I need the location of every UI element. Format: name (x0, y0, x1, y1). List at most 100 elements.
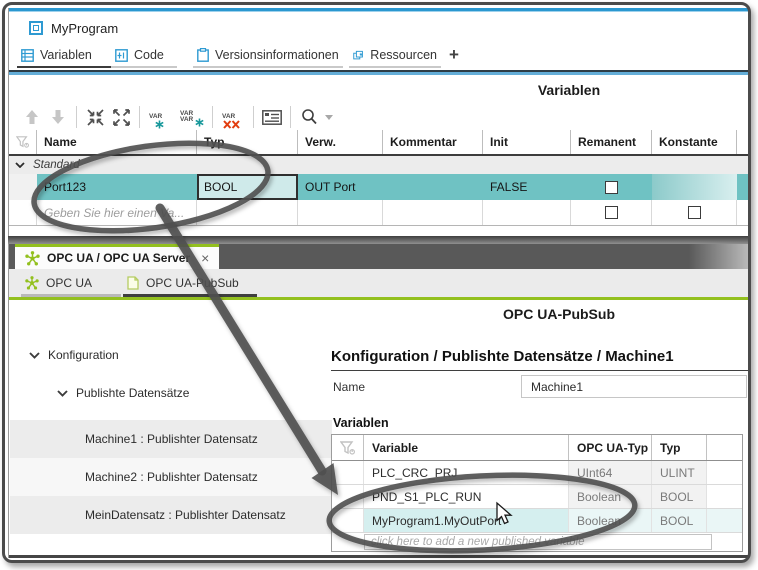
column-header-verw[interactable]: Verw. (298, 130, 383, 154)
group-label: Standard (33, 159, 80, 171)
add-variable-icon (155, 120, 164, 129)
filter-icon[interactable] (340, 441, 355, 455)
var-label: VAR (180, 116, 193, 123)
column-header-name[interactable]: Name (37, 130, 197, 154)
column-header-konstante[interactable]: Konstante (652, 130, 737, 154)
chevron-down-icon (325, 115, 333, 120)
tab-label: Code (134, 48, 164, 62)
variables-panel-heading: Variablen (439, 82, 699, 98)
opcua-subtab-bar: OPC UA OPC UA-PubSub (9, 269, 748, 297)
opcua-window-bottom-border (9, 555, 748, 558)
move-up-button[interactable] (19, 104, 45, 130)
published-variables-table: Variable OPC UA-Typ Typ PLC_CRC_PRJ UInt… (331, 434, 743, 552)
cell-opcua-typ[interactable]: UInt64 (569, 461, 652, 484)
tab-label: Versionsinformationen (215, 48, 339, 62)
add-published-variable-placeholder[interactable]: click here to add a new published variab… (364, 534, 712, 550)
tab-versionsinformationen[interactable]: Versionsinformationen (193, 44, 343, 66)
add-tab-button[interactable]: + (449, 45, 459, 65)
group-row-standard[interactable]: Standard (9, 156, 749, 174)
variables-toolbar: VAR VAR VAR VAR (19, 104, 336, 130)
editor-title: MyProgram (29, 18, 118, 38)
variable-row-port123[interactable]: Port123 BOOL OUT Port FALSE (9, 174, 749, 200)
cell-init[interactable]: FALSE (483, 174, 571, 200)
close-icon[interactable]: × (201, 250, 209, 266)
chevron-down-icon (57, 390, 68, 397)
column-header-typ[interactable]: Typ (197, 130, 298, 154)
add-published-variable-row[interactable]: click here to add a new published variab… (332, 533, 742, 551)
tab-opcua-server[interactable]: OPC UA / OPC UA Server × (15, 244, 219, 269)
move-down-button[interactable] (45, 104, 71, 130)
cell-typ[interactable]: BOOL (197, 174, 298, 200)
konstante-checkbox[interactable] (688, 206, 701, 219)
cell-name[interactable]: Port123 (37, 174, 197, 200)
cell-kommentar[interactable] (383, 174, 483, 200)
document-tab-label: OPC UA / OPC UA Server (47, 251, 190, 265)
var-label: VAR (149, 113, 162, 120)
cell-variable[interactable]: MyProgram1.MyOutPort (364, 509, 569, 532)
subtab-label: OPC UA (46, 276, 92, 290)
cell-typ[interactable]: BOOL (652, 485, 707, 508)
block-list-icon (262, 110, 282, 125)
cell-opcua-typ[interactable]: Boolean (569, 509, 652, 532)
tree-item-machine2[interactable]: Machine2 : Publishter Datensatz (85, 470, 258, 484)
subtab-label: OPC UA-PubSub (146, 276, 239, 290)
block-list-button[interactable] (259, 104, 285, 130)
search-button[interactable] (296, 104, 322, 130)
cell-variable[interactable]: PLC_CRC_PRJ (364, 461, 569, 484)
column-header-typ[interactable]: Typ (652, 435, 707, 460)
cell-opcua-typ[interactable]: Boolean (569, 485, 652, 508)
tree-item-meindatensatz[interactable]: MeinDatensatz : Publishter Datensatz (85, 508, 286, 522)
cell-konstante[interactable] (652, 174, 737, 200)
cell-typ[interactable]: ULINT (652, 461, 707, 484)
tab-code[interactable]: Code (111, 44, 177, 66)
tab-ressourcen[interactable]: Ressourcen (349, 44, 441, 66)
tree-node-publishte-datensaetze[interactable]: Publishte Datensätze (57, 386, 189, 400)
name-input-value: Machine1 (531, 380, 583, 394)
delete-variable-button[interactable]: VAR (218, 104, 248, 130)
opcua-node-icon (25, 251, 40, 266)
expand-all-button[interactable] (108, 104, 134, 130)
new-variable-row[interactable]: Geben Sie hier einen Va... (9, 200, 749, 226)
remanent-checkbox[interactable] (605, 206, 618, 219)
name-input[interactable]: Machine1 (521, 375, 747, 398)
breadcrumb: Konfiguration / Publishte Datensätze / M… (331, 348, 674, 365)
variables-table: Name Typ Verw. Kommentar Init Remanent K… (9, 130, 749, 226)
editor-title-label: MyProgram (51, 21, 118, 36)
column-header-opcua-typ[interactable]: OPC UA-Typ (569, 435, 652, 460)
published-row-myprogram1-myoutport[interactable]: MyProgram1.MyOutPort Boolean BOOL (332, 509, 742, 533)
published-row-plc-crc-prj[interactable]: PLC_CRC_PRJ UInt64 ULINT (332, 461, 742, 485)
opcua-node-icon (25, 276, 39, 290)
versions-tab-icon (197, 48, 209, 62)
search-dropdown-button[interactable] (322, 104, 336, 130)
chevron-down-icon (29, 352, 40, 359)
add-variable-button[interactable]: VAR (145, 104, 175, 130)
variables-tab-icon (21, 49, 34, 62)
duplicate-variable-button[interactable]: VAR VAR (175, 104, 207, 130)
tree-item-machine1[interactable]: Machine1 : Publishter Datensatz (85, 432, 258, 446)
editor-separator (9, 70, 748, 75)
cell-variable[interactable]: PND_S1_PLC_RUN (364, 485, 569, 508)
column-header-variable[interactable]: Variable (364, 435, 569, 460)
tree-node-label: Konfiguration (48, 348, 119, 362)
published-row-pnd-s1-plc-run[interactable]: PND_S1_PLC_RUN Boolean BOOL (332, 485, 742, 509)
subtab-opcua-pubsub[interactable]: OPC UA-PubSub (127, 272, 253, 294)
remanent-checkbox[interactable] (605, 181, 618, 194)
move-down-icon (51, 109, 65, 125)
cell-verw[interactable]: OUT Port (298, 174, 383, 200)
column-header-kommentar[interactable]: Kommentar (383, 130, 483, 154)
tab-label: Ressourcen (370, 48, 437, 62)
column-header-remanent[interactable]: Remanent (571, 130, 652, 154)
chevron-down-icon (15, 162, 25, 168)
cell-typ[interactable]: BOOL (652, 509, 707, 532)
tab-variablen[interactable]: Variablen (17, 44, 111, 66)
column-header-init[interactable]: Init (483, 130, 571, 154)
subtab-opcua[interactable]: OPC UA (25, 272, 117, 294)
window-splitter[interactable] (8, 236, 749, 244)
filter-icon[interactable] (16, 135, 29, 149)
window-accent-bar (9, 8, 748, 12)
collapse-all-icon (87, 109, 104, 126)
tree-node-konfiguration[interactable]: Konfiguration (29, 348, 119, 362)
collapse-all-button[interactable] (82, 104, 108, 130)
new-variable-placeholder[interactable]: Geben Sie hier einen Va... (37, 200, 197, 225)
duplicate-variable-icon (195, 118, 204, 127)
